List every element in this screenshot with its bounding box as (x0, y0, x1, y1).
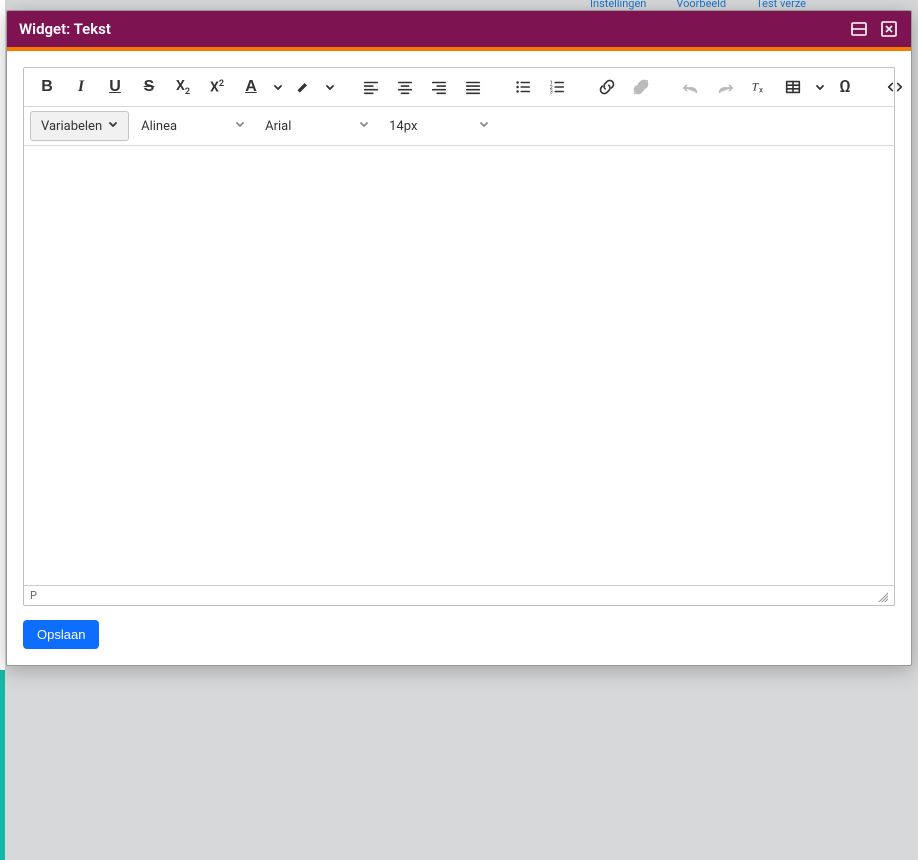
clear-formatting-button[interactable]: Tx (744, 72, 774, 102)
source-code-button[interactable] (880, 72, 910, 102)
superscript-button[interactable]: X2 (202, 72, 232, 102)
font-size-value: 14px (389, 119, 417, 134)
toolbar-row-1: B I U S X2 X2 A (24, 68, 894, 107)
text-color-button[interactable]: A (236, 72, 266, 102)
font-size-combo[interactable]: 14px (381, 111, 497, 141)
variables-dropdown[interactable]: Variabelen (30, 111, 129, 141)
svg-text:3: 3 (550, 89, 553, 95)
align-right-button[interactable] (424, 72, 454, 102)
dock-icon[interactable] (849, 19, 869, 39)
dialog-title: Widget: Tekst (19, 20, 111, 38)
font-family-value: Arial (265, 119, 291, 134)
align-center-button[interactable] (390, 72, 420, 102)
rich-text-editor: B I U S X2 X2 A (23, 67, 895, 606)
svg-text:x: x (759, 84, 763, 94)
font-family-combo[interactable]: Arial (257, 111, 377, 141)
subscript-button[interactable]: X2 (168, 72, 198, 102)
table-button[interactable] (778, 72, 808, 102)
unordered-list-button[interactable] (508, 72, 538, 102)
highlight-color-dropdown[interactable] (322, 72, 336, 102)
redo-button (710, 72, 740, 102)
save-button[interactable]: Opslaan (23, 620, 99, 649)
bold-button[interactable]: B (32, 72, 62, 102)
italic-button[interactable]: I (66, 72, 96, 102)
variables-label: Variabelen (41, 119, 102, 134)
link-button[interactable] (592, 72, 622, 102)
toolbar-row-2: Variabelen Alinea Arial 14px (24, 107, 894, 146)
block-format-combo[interactable]: Alinea (133, 111, 253, 141)
resize-grip-icon[interactable] (876, 590, 888, 602)
special-character-button[interactable]: Ω (830, 72, 860, 102)
table-dropdown[interactable] (812, 72, 826, 102)
editor-content-area[interactable] (24, 146, 894, 585)
element-path[interactable]: P (30, 589, 37, 602)
dialog-footer: Opslaan (23, 606, 895, 649)
widget-text-dialog: Widget: Tekst B I U S X2 X2 A (6, 10, 912, 666)
underline-button[interactable]: U (100, 72, 130, 102)
unlink-button (626, 72, 656, 102)
close-icon[interactable] (879, 19, 899, 39)
undo-button (676, 72, 706, 102)
dialog-titlebar: Widget: Tekst (7, 11, 911, 47)
strikethrough-button[interactable]: S (134, 72, 164, 102)
block-format-value: Alinea (141, 119, 177, 134)
align-justify-button[interactable] (458, 72, 488, 102)
ordered-list-button[interactable]: 123 (542, 72, 572, 102)
text-color-dropdown[interactable] (270, 72, 284, 102)
editor-status-bar: P (24, 585, 894, 605)
highlight-color-button[interactable] (288, 72, 318, 102)
align-left-button[interactable] (356, 72, 386, 102)
